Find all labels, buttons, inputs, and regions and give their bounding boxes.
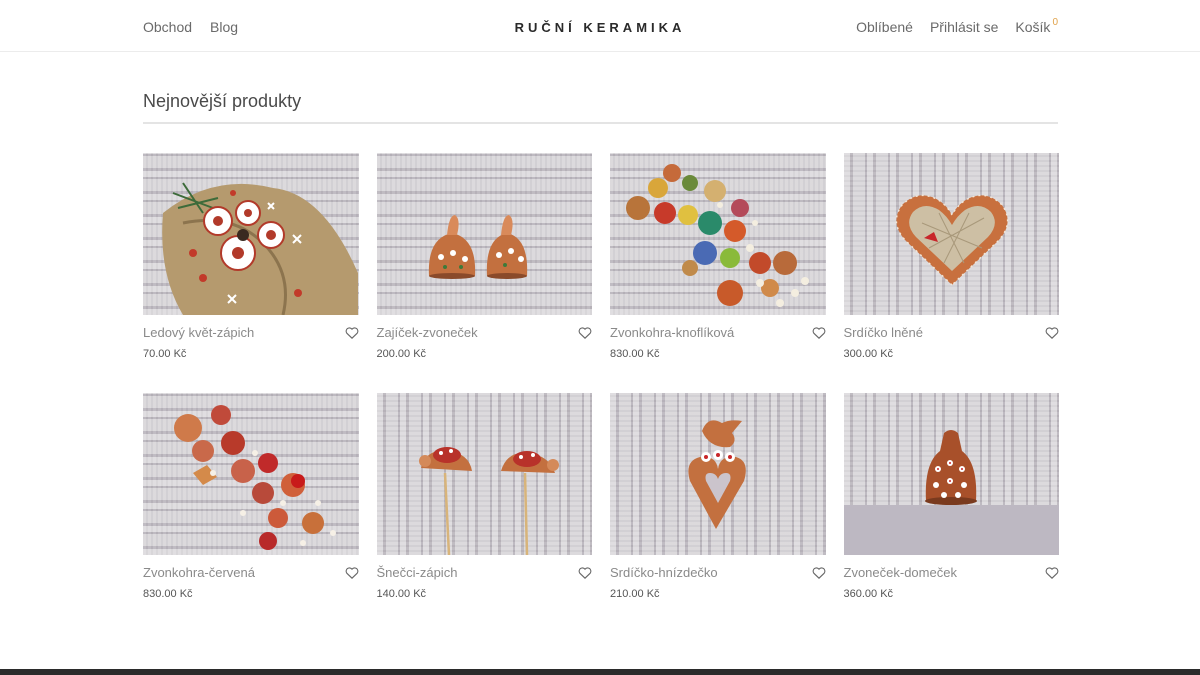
product-name[interactable]: Ledový květ-zápich: [143, 325, 254, 340]
heart-icon[interactable]: [345, 326, 359, 340]
product-name[interactable]: Srdíčko lněné: [844, 325, 924, 340]
product-card: Srdíčko lněné 300.00 Kč: [843, 153, 1059, 375]
product-image[interactable]: [376, 153, 592, 315]
product-price: 360.00 Kč: [843, 588, 894, 600]
product-name[interactable]: Srdíčko-hnízdečko: [610, 565, 718, 580]
product-image[interactable]: [610, 153, 826, 315]
heart-icon[interactable]: [578, 326, 592, 340]
product-image[interactable]: [143, 393, 359, 555]
product-price: 200.00 Kč: [376, 348, 427, 360]
cart-count-badge: 0: [1052, 17, 1058, 28]
product-grid: Ledový květ-zápich 70.00 Kč Zajíček-zvon…: [143, 153, 1059, 615]
account-nav: Oblíbené Přihlásit se Košík 0: [856, 17, 1058, 36]
product-card: Zajíček-zvoneček 200.00 Kč: [376, 153, 592, 375]
product-image[interactable]: [843, 153, 1059, 315]
product-price: 830.00 Kč: [610, 348, 660, 360]
cart-label: Košík: [1015, 19, 1051, 35]
product-name[interactable]: Šnečci-zápich: [377, 565, 458, 580]
product-name[interactable]: Zajíček-zvoneček: [377, 325, 478, 340]
product-image[interactable]: [843, 393, 1059, 555]
product-name[interactable]: Zvonkohra-knoflíková: [610, 325, 734, 340]
product-card: Ledový květ-zápich 70.00 Kč: [143, 153, 359, 375]
heart-icon[interactable]: [1045, 326, 1059, 340]
cart-link[interactable]: Košík 0: [1015, 17, 1058, 36]
product-card: Zvoneček-domeček 360.00 Kč: [843, 393, 1059, 615]
product-card: Šnečci-zápich 140.00 Kč: [376, 393, 592, 615]
footer-bar: [0, 669, 1200, 675]
heart-icon[interactable]: [812, 566, 826, 580]
product-name[interactable]: Zvoneček-domeček: [844, 565, 957, 580]
login-link[interactable]: Přihlásit se: [930, 18, 998, 36]
product-price: 70.00 Kč: [143, 348, 187, 360]
site-header: Obchod Blog RUČNÍ KERAMIKA Oblíbené Přih…: [0, 0, 1200, 52]
product-image[interactable]: [376, 393, 592, 555]
product-card: Srdíčko-hnízdečko 210.00 Kč: [610, 393, 826, 615]
product-card: Zvonkohra-knoflíková 830.00 Kč: [610, 153, 826, 375]
heart-icon[interactable]: [1045, 566, 1059, 580]
heart-icon[interactable]: [345, 566, 359, 580]
heart-icon[interactable]: [578, 566, 592, 580]
favorites-link[interactable]: Oblíbené: [856, 18, 913, 36]
product-price: 830.00 Kč: [143, 588, 193, 600]
product-card: Zvonkohra-červená 830.00 Kč: [143, 393, 359, 615]
product-price: 210.00 Kč: [610, 588, 660, 600]
product-image[interactable]: [610, 393, 826, 555]
heart-icon[interactable]: [812, 326, 826, 340]
product-price: 140.00 Kč: [376, 588, 427, 600]
product-price: 300.00 Kč: [843, 348, 894, 360]
section-title: Nejnovější produkty: [143, 90, 1058, 124]
product-name[interactable]: Zvonkohra-červená: [143, 565, 255, 580]
product-image[interactable]: [143, 153, 359, 315]
